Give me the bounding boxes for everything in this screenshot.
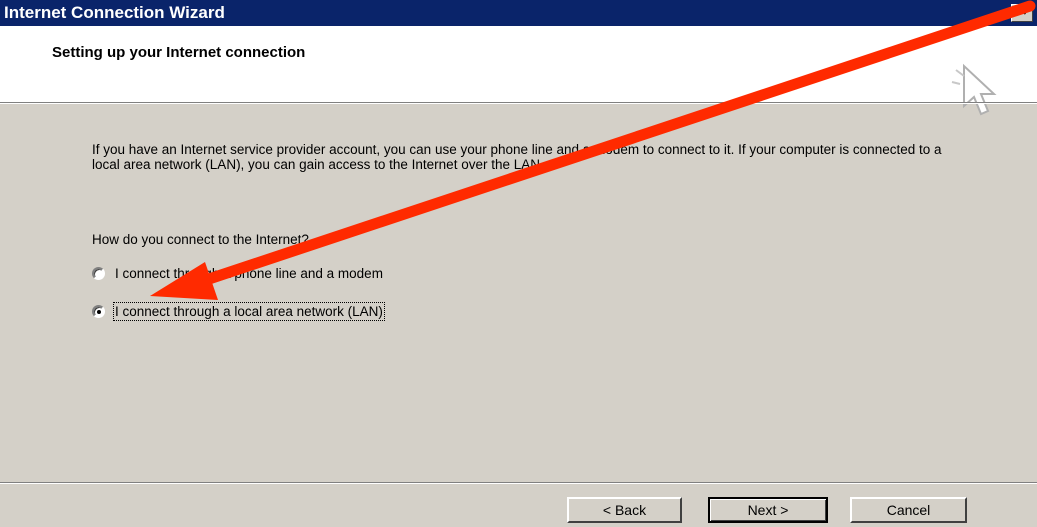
header-divider xyxy=(0,102,1037,104)
next-button[interactable]: Next > xyxy=(708,497,828,523)
wizard-window: Internet Connection Wizard × Setting up … xyxy=(0,0,1037,527)
option-lan[interactable]: I connect through a local area network (… xyxy=(92,302,385,321)
option-lan-label[interactable]: I connect through a local area network (… xyxy=(113,302,385,321)
option-phone-modem-label[interactable]: I connect through a phone line and a mod… xyxy=(115,266,383,281)
radio-phone-modem[interactable] xyxy=(92,267,105,280)
wizard-header: Setting up your Internet connection xyxy=(0,26,1037,116)
cancel-button[interactable]: Cancel xyxy=(850,497,967,523)
window-title: Internet Connection Wizard xyxy=(4,3,225,22)
footer-divider xyxy=(0,482,1037,484)
page-title: Setting up your Internet connection xyxy=(52,44,306,61)
back-button[interactable]: < Back xyxy=(567,497,682,523)
cursor-icon xyxy=(951,63,997,116)
close-icon: × xyxy=(1017,3,1027,20)
title-bar[interactable]: Internet Connection Wizard × xyxy=(0,0,1037,26)
close-button[interactable]: × xyxy=(1011,4,1033,22)
question-text: How do you connect to the Internet? xyxy=(92,232,309,247)
radio-lan[interactable] xyxy=(92,305,105,318)
intro-text: If you have an Internet service provider… xyxy=(92,142,942,172)
option-phone-modem[interactable]: I connect through a phone line and a mod… xyxy=(92,266,383,281)
